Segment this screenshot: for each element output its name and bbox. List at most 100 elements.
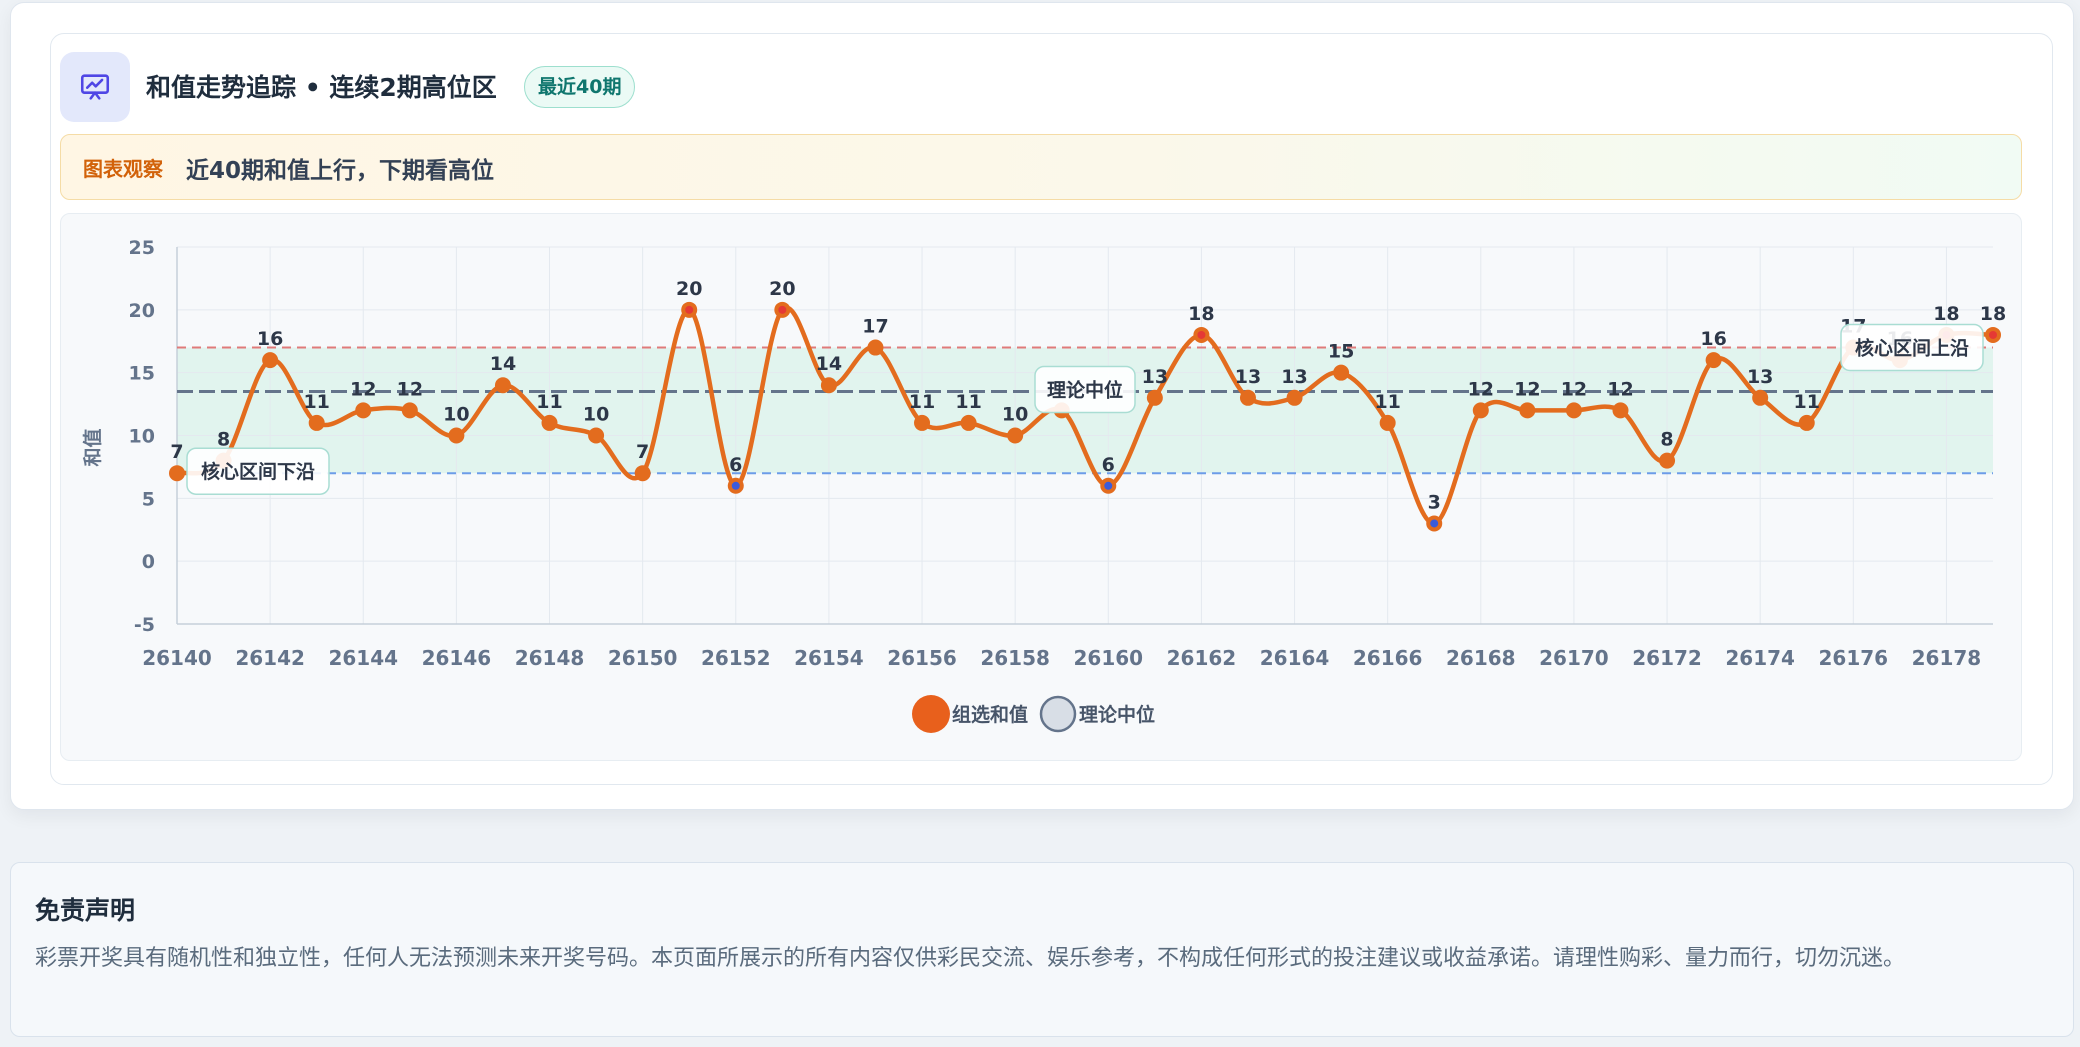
- data-label: 15: [1328, 341, 1354, 363]
- observation-banner: 图表观察 近40期和值上行，下期看高位: [60, 134, 2022, 200]
- chart-panel: 25 20 15 10 5 0 -5 26140 26142 26144 26146 26148 261…: [60, 213, 2022, 761]
- data-point: [914, 414, 931, 431]
- data-point-low-marker: [731, 481, 740, 490]
- data-label: 10: [443, 404, 469, 426]
- data-label: 8: [217, 429, 230, 451]
- presentation-chart-icon: [60, 52, 130, 122]
- legend-label-median: 理论中位: [1079, 703, 1155, 726]
- data-label: 8: [1660, 429, 1673, 451]
- x-tick-label: 26148: [515, 646, 585, 670]
- observation-text: 近40期和值上行，下期看高位: [186, 158, 495, 184]
- data-point: [494, 377, 511, 394]
- x-tick-label: 26170: [1539, 646, 1609, 670]
- data-point: [1565, 402, 1582, 419]
- data-point: [448, 427, 465, 444]
- y-tick-label: 15: [129, 363, 155, 385]
- x-tick-label: 26156: [887, 646, 957, 670]
- x-tick-label: 26172: [1632, 646, 1702, 670]
- x-tick-label: 26164: [1260, 646, 1330, 670]
- data-point: [1659, 452, 1676, 469]
- data-point: [1798, 414, 1815, 431]
- data-label: 20: [676, 278, 702, 300]
- data-label: 11: [303, 391, 329, 413]
- data-label: 18: [1980, 303, 2006, 325]
- y-tick-label: 5: [142, 488, 155, 510]
- data-point: [355, 402, 372, 419]
- data-label: 7: [170, 441, 183, 463]
- page-title: 和值走势追踪 • 连续2期高位区: [146, 73, 497, 102]
- x-tick-label: 26174: [1725, 646, 1795, 670]
- x-tick-label: 26142: [235, 646, 305, 670]
- data-point: [1705, 352, 1722, 369]
- data-label: 11: [1794, 391, 1820, 413]
- data-point-high-marker: [1989, 330, 1997, 339]
- y-tick-label: 20: [129, 300, 155, 322]
- data-label: 14: [816, 353, 842, 375]
- data-label: 7: [636, 441, 649, 463]
- data-label: 11: [1374, 391, 1400, 413]
- data-point: [1612, 402, 1629, 419]
- data-point: [960, 414, 977, 431]
- data-label: 11: [955, 391, 981, 413]
- data-label: 13: [1235, 366, 1261, 388]
- data-label: 12: [397, 378, 423, 400]
- data-point-high-marker: [685, 305, 694, 314]
- data-label: 6: [729, 454, 742, 476]
- data-point: [588, 427, 605, 444]
- x-tick-label: 26160: [1073, 646, 1143, 670]
- x-tick-label: 26140: [142, 646, 212, 670]
- core-lower-callout: 核心区间下沿: [186, 447, 330, 495]
- x-tick-label: 26176: [1819, 646, 1889, 670]
- data-label: 12: [1514, 378, 1540, 400]
- data-label: 10: [583, 404, 609, 426]
- data-point: [634, 465, 651, 482]
- period-badge: 最近40期: [524, 66, 636, 108]
- y-axis-label: 和值: [81, 428, 104, 466]
- x-tick-label: 26178: [1912, 646, 1982, 670]
- disclaimer-box: 免责声明 彩票开奖具有随机性和独立性，任何人无法预测未来开奖号码。本页面所展示的…: [10, 862, 2074, 1037]
- disclaimer-title: 免责声明: [35, 896, 136, 925]
- data-label: 18: [1933, 303, 1959, 325]
- data-point-low-marker: [1430, 519, 1439, 528]
- legend-swatch-median: [1039, 695, 1077, 733]
- data-point: [401, 402, 418, 419]
- core-upper-callout: 核心区间上沿: [1840, 323, 1984, 372]
- y-tick-label: 10: [129, 426, 155, 448]
- data-point: [541, 414, 558, 431]
- data-label: 13: [1142, 366, 1168, 388]
- data-point: [1007, 427, 1024, 444]
- data-label: 17: [862, 316, 888, 338]
- data-point: [169, 465, 185, 482]
- data-label: 13: [1281, 366, 1307, 388]
- data-point: [1146, 389, 1163, 406]
- data-point-high-marker: [778, 305, 787, 314]
- data-point: [1239, 389, 1256, 406]
- data-label: 16: [257, 328, 283, 350]
- disclaimer-text: 彩票开奖具有随机性和独立性，任何人无法预测未来开奖号码。本页面所展示的所有内容仅…: [35, 946, 1906, 971]
- data-point: [1379, 414, 1396, 431]
- x-tick-label: 26166: [1353, 646, 1423, 670]
- y-tick-label: 0: [142, 551, 155, 573]
- x-tick-label: 26168: [1446, 646, 1516, 670]
- data-point: [1472, 402, 1489, 419]
- data-point: [1286, 389, 1303, 406]
- data-point: [308, 414, 325, 431]
- data-label: 14: [490, 353, 516, 375]
- data-label: 11: [909, 391, 935, 413]
- data-point-high-marker: [1197, 330, 1206, 339]
- observation-tag: 图表观察: [83, 157, 163, 181]
- data-label: 11: [536, 391, 562, 413]
- data-point: [262, 352, 279, 369]
- svg-text:理论中位: 理论中位: [1047, 379, 1123, 402]
- data-label: 12: [1468, 378, 1494, 400]
- data-label: 16: [1700, 328, 1726, 350]
- data-label: 10: [1002, 404, 1028, 426]
- data-point: [1519, 402, 1536, 419]
- data-label: 12: [1607, 378, 1633, 400]
- data-point: [820, 377, 837, 394]
- data-point: [867, 339, 884, 356]
- data-label: 3: [1428, 491, 1441, 513]
- x-tick-label: 26146: [422, 646, 492, 670]
- y-tick-label: 25: [129, 237, 155, 259]
- data-label: 13: [1747, 366, 1773, 388]
